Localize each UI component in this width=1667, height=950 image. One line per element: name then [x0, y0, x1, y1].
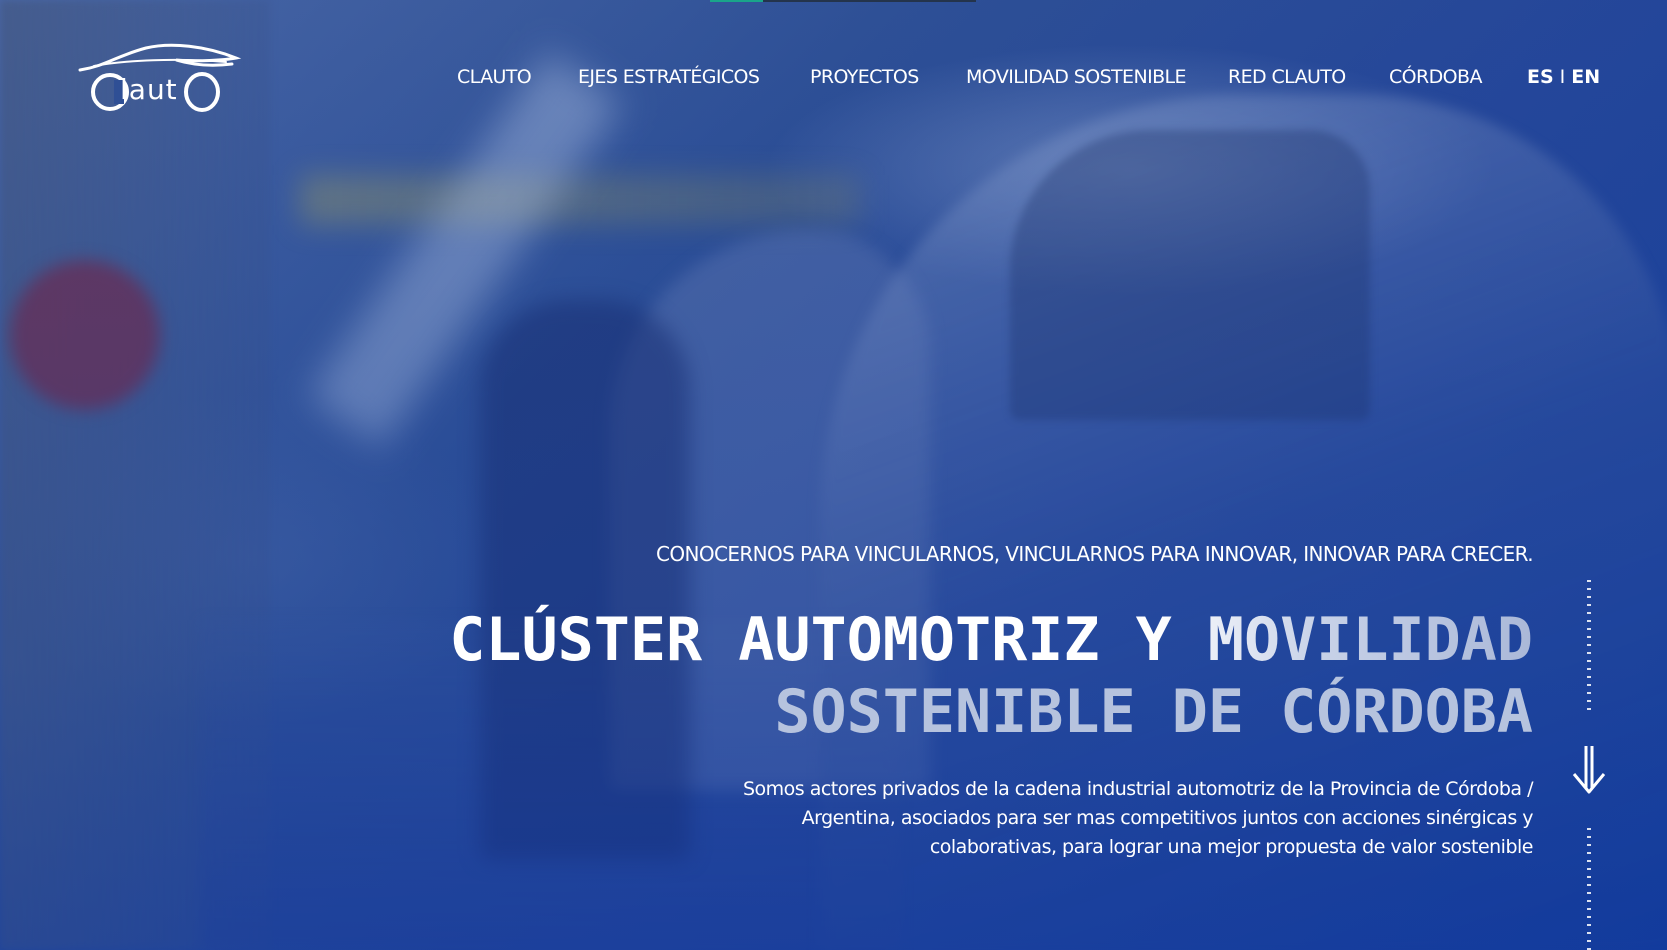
- hero-title: CLÚSTER AUTOMOTRIZ Y MOVILIDAD SOSTENIBL…: [449, 604, 1533, 748]
- lang-separator: I: [1559, 66, 1566, 88]
- background-yellow-beam: [300, 175, 860, 225]
- scroll-track-bottom: [1587, 828, 1591, 950]
- nav-item-ejes-estrategicos[interactable]: EJES ESTRATÉGICOS: [578, 66, 760, 88]
- nav-item-movilidad-sostenible[interactable]: MOVILIDAD SOSTENIBLE: [966, 66, 1187, 88]
- nav-item-red-clauto[interactable]: RED CLAUTO: [1228, 66, 1346, 88]
- hero-description: Somos actores privados de la cadena indu…: [742, 778, 1534, 858]
- hero-title-line2: SOSTENIBLE DE CÓRDOBA: [774, 677, 1533, 747]
- background-machinery: [0, 0, 270, 950]
- hero-tagline: CONOCERNOS PARA VINCULARNOS, VINCULARNOS…: [655, 542, 1534, 566]
- hero-section: laut CLAUTO EJES ESTRATÉGICOS PROYECTOS …: [0, 0, 1667, 950]
- background-red-object: [10, 260, 160, 410]
- background-car-window: [1010, 130, 1370, 420]
- main-nav: CLAUTO EJES ESTRATÉGICOS PROYECTOS MOVIL…: [0, 66, 1667, 90]
- nav-item-clauto[interactable]: CLAUTO: [457, 66, 532, 88]
- language-switcher: ES I EN: [1527, 66, 1600, 88]
- background-worker: [480, 300, 690, 860]
- hero-title-line1: CLÚSTER AUTOMOTRIZ Y MOVILIDAD: [449, 605, 1533, 675]
- nav-item-proyectos[interactable]: PROYECTOS: [810, 66, 919, 88]
- nav-item-cordoba[interactable]: CÓRDOBA: [1389, 66, 1482, 88]
- scroll-down-button[interactable]: [1571, 744, 1607, 796]
- lang-es-link[interactable]: ES: [1527, 66, 1554, 88]
- arrow-down-icon: [1572, 746, 1606, 794]
- lang-en-link[interactable]: EN: [1571, 66, 1600, 88]
- scroll-track-top: [1587, 580, 1591, 710]
- site-header: laut CLAUTO EJES ESTRATÉGICOS PROYECTOS …: [0, 0, 1667, 140]
